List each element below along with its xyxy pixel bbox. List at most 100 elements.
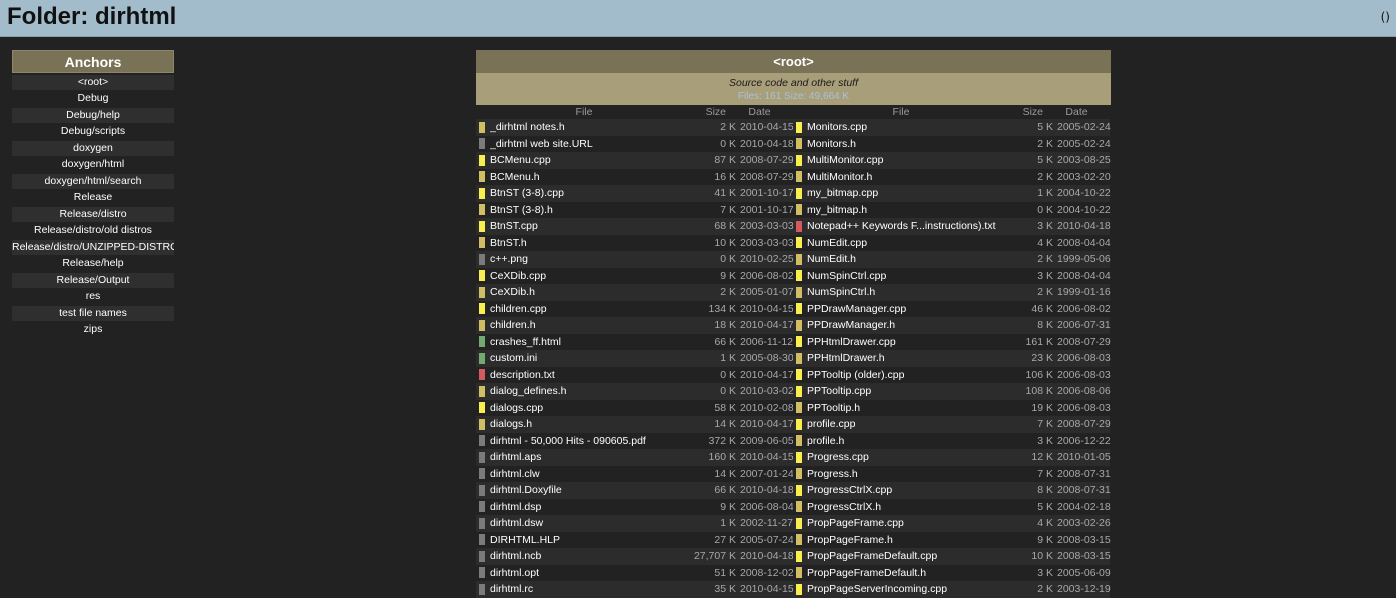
file-row: CeXDib.h 2 K 2005-01-07 [476,284,794,301]
file-link[interactable]: NumSpinCtrl.h [807,286,1006,298]
anchor-link[interactable]: doxygen/html [12,157,174,172]
file-link[interactable]: PPTooltip (older).cpp [807,369,1006,381]
file-link[interactable]: BCMenu.h [490,171,689,183]
file-link[interactable]: children.h [490,319,689,331]
file-link[interactable]: PropPageFrameDefault.cpp [807,550,1006,562]
file-link[interactable]: NumEdit.cpp [807,237,1006,249]
file-link[interactable]: _dirhtml web site.URL [490,138,689,150]
file-date: 2008-07-29 [1057,418,1111,431]
file-link[interactable]: dirhtml - 50,000 Hits - 090605.pdf [490,435,689,447]
file-link[interactable]: Monitors.h [807,138,1006,150]
file-link[interactable]: dirhtml.ncb [490,550,689,562]
file-size: 1 K [720,517,737,530]
anchor-link[interactable]: doxygen/html/search [12,173,174,189]
file-link[interactable]: BtnST.h [490,237,689,249]
anchor-link[interactable]: Debug/scripts [12,124,174,139]
corner-text: () [1380,10,1390,24]
file-link[interactable]: c++.png [490,253,689,265]
file-row: PPTooltip (older).cpp 106 K 2006-08-03 [793,366,1111,383]
file-date: 2005-02-24 [1057,137,1111,150]
anchor-link[interactable]: Release/distro/old distros [12,223,174,238]
file-link[interactable]: my_bitmap.cpp [807,187,1006,199]
file-link[interactable]: PPHtmlDrawer.cpp [807,336,1006,348]
folder-name: <root> [476,50,1111,73]
file-size: 0 K [720,385,736,398]
file-link[interactable]: dirhtml.rc [490,583,689,595]
file-link[interactable]: PPTooltip.cpp [807,385,1006,397]
file-link[interactable]: profile.h [807,435,1006,447]
file-link[interactable]: description.txt [490,369,689,381]
file-column-left: _dirhtml notes.h 2 K 2010-04-15 _dirhtml we… [476,119,794,598]
file-link[interactable]: _dirhtml notes.h [490,121,689,133]
file-type-swatch-icon [479,583,485,595]
anchor-link[interactable]: test file names [12,305,174,321]
file-link[interactable]: PropPageFrame.h [807,534,1006,546]
file-link[interactable]: custom.ini [490,352,689,364]
file-link[interactable]: DIRHTML.HLP [490,534,689,546]
file-link[interactable]: PropPageFrame.cpp [807,517,1006,529]
file-link[interactable]: PropPageServerIncoming.cpp [807,583,1006,595]
file-link[interactable]: profile.cpp [807,418,1006,430]
file-link[interactable]: CeXDib.cpp [490,270,689,282]
file-row: _dirhtml notes.h 2 K 2010-04-15 [476,119,794,136]
file-link[interactable]: dialogs.cpp [490,402,689,414]
file-link[interactable]: PPTooltip.h [807,402,1006,414]
file-link[interactable]: dialogs.h [490,418,689,430]
file-link[interactable]: dirhtml.dsp [490,501,689,513]
file-link[interactable]: ProgressCtrlX.cpp [807,484,1006,496]
file-link[interactable]: CeXDib.h [490,286,689,298]
anchor-link[interactable]: res [12,289,174,304]
file-link[interactable]: dirhtml.opt [490,567,689,579]
anchor-link[interactable]: Release [12,190,174,205]
file-type-swatch-icon [796,435,802,447]
file-link[interactable]: PPHtmlDrawer.h [807,352,1006,364]
file-date: 2010-03-02 [740,385,794,398]
file-link[interactable]: MultiMonitor.cpp [807,154,1006,166]
file-link[interactable]: crashes_ff.html [490,336,689,348]
file-link[interactable]: BCMenu.cpp [490,154,689,166]
anchor-link[interactable]: Debug/help [12,107,174,123]
file-link[interactable]: NumEdit.h [807,253,1006,265]
anchor-link[interactable]: Release/help [12,256,174,271]
anchor-link[interactable]: Debug [12,91,174,106]
anchor-link[interactable]: Release/distro/UNZIPPED-DISTRO [12,239,174,255]
file-link[interactable]: PPDrawManager.h [807,319,1006,331]
file-link[interactable]: dirhtml.dsw [490,517,689,529]
file-link[interactable]: dirhtml.aps [490,451,689,463]
file-link[interactable]: dialog_defines.h [490,385,689,397]
file-link[interactable]: my_bitmap.h [807,204,1006,216]
file-row: dirhtml.aps 160 K 2010-04-15 [476,449,794,466]
file-date: 2005-07-24 [740,533,794,546]
file-link[interactable]: children.cpp [490,303,689,315]
file-type-swatch-icon [796,253,802,265]
anchor-link[interactable]: <root> [12,74,174,90]
file-link[interactable]: ProgressCtrlX.h [807,501,1006,513]
file-link[interactable]: NumSpinCtrl.cpp [807,270,1006,282]
file-row: Notepad++ Keywords F...instructions).txt… [793,218,1111,235]
file-link[interactable]: dirhtml.clw [490,468,689,480]
file-link[interactable]: Progress.h [807,468,1006,480]
anchor-link[interactable]: zips [12,322,174,337]
file-size: 46 K [1031,302,1053,315]
file-link[interactable]: dirhtml.Doxyfile [490,484,689,496]
file-link[interactable]: PropPageFrameDefault.h [807,567,1006,579]
file-link[interactable]: PPDrawManager.cpp [807,303,1006,315]
anchor-link[interactable]: doxygen [12,140,174,156]
file-size: 0 K [720,137,736,150]
file-row: my_bitmap.cpp 1 K 2004-10-22 [793,185,1111,202]
file-link[interactable]: BtnST.cpp [490,220,689,232]
file-link[interactable]: BtnST (3-8).cpp [490,187,689,199]
file-row: PropPageFrame.h 9 K 2008-03-15 [793,531,1111,548]
anchor-link[interactable]: Release/distro [12,206,174,222]
file-size: 3 K [1037,220,1053,233]
file-size: 4 K [1037,236,1053,249]
anchor-link[interactable]: Release/Output [12,272,174,288]
file-link[interactable]: Progress.cpp [807,451,1006,463]
file-size: 27,707 K [693,550,736,563]
file-link[interactable]: BtnST (3-8).h [490,204,689,216]
file-link[interactable]: Monitors.cpp [807,121,1006,133]
file-link[interactable]: Notepad++ Keywords F...instructions).txt [807,220,1006,232]
file-link[interactable]: MultiMonitor.h [807,171,1006,183]
file-date: 2008-07-29 [740,154,794,167]
file-type-swatch-icon [479,468,485,480]
